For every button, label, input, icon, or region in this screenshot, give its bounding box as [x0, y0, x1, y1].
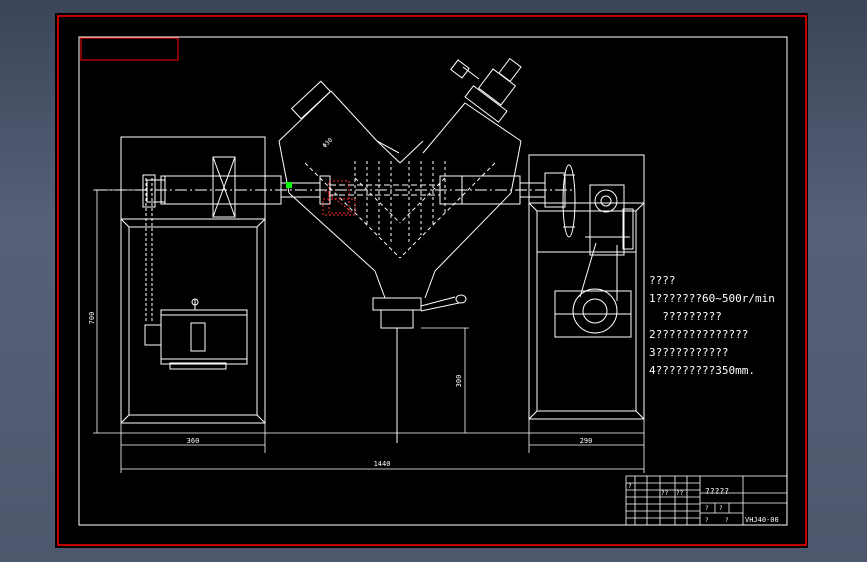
left-base-assembly — [120, 136, 266, 424]
dim-left-base-width: 360 — [187, 437, 200, 445]
drawing-canvas: 700 300 360 290 1440 Φ30 ???? 1???????60… — [57, 15, 807, 546]
cad-viewport[interactable]: 700 300 360 290 1440 Φ30 ???? 1???????60… — [55, 13, 808, 548]
title-block-name: ????? — [705, 487, 729, 496]
dim-overall-length: 1440 — [374, 460, 391, 468]
grip-point[interactable] — [286, 182, 292, 188]
dim-right-base-width: 290 — [580, 437, 593, 445]
dim-discharge-height: 300 — [455, 375, 463, 388]
inner-frame — [78, 36, 788, 526]
note-line-4: 3??????????? — [649, 346, 728, 359]
shaft-label: Φ30 — [321, 137, 334, 150]
title-block-cell: ? — [719, 505, 723, 512]
notes-title: ???? — [649, 274, 676, 287]
note-line-2: ????????? — [649, 310, 722, 323]
title-block-cell: ?? — [676, 490, 684, 497]
dimension-lines — [93, 189, 645, 473]
title-block-drawing-no: VHJ40-00 — [745, 516, 779, 524]
note-line-1: 1???????60~500r/min — [649, 292, 775, 305]
motor — [144, 298, 248, 370]
title-block-cell: ? — [628, 483, 632, 490]
dim-height-total: 700 — [88, 312, 96, 325]
title-block-cell: ? — [705, 517, 709, 524]
note-line-3: 2?????????????? — [649, 328, 748, 341]
corner-tag-box — [80, 37, 179, 61]
gearbox — [585, 184, 634, 256]
title-block-cell: ?? — [661, 490, 669, 497]
v-vessel — [278, 57, 522, 443]
right-base-assembly — [528, 154, 645, 420]
technical-notes: ???? 1???????60~500r/min ????????? 2????… — [649, 274, 775, 377]
note-line-5: 4?????????350mm. — [649, 364, 755, 377]
selected-flange[interactable] — [322, 180, 356, 216]
title-block-cell: ? — [705, 505, 709, 512]
title-block-cell: ? — [725, 517, 729, 524]
